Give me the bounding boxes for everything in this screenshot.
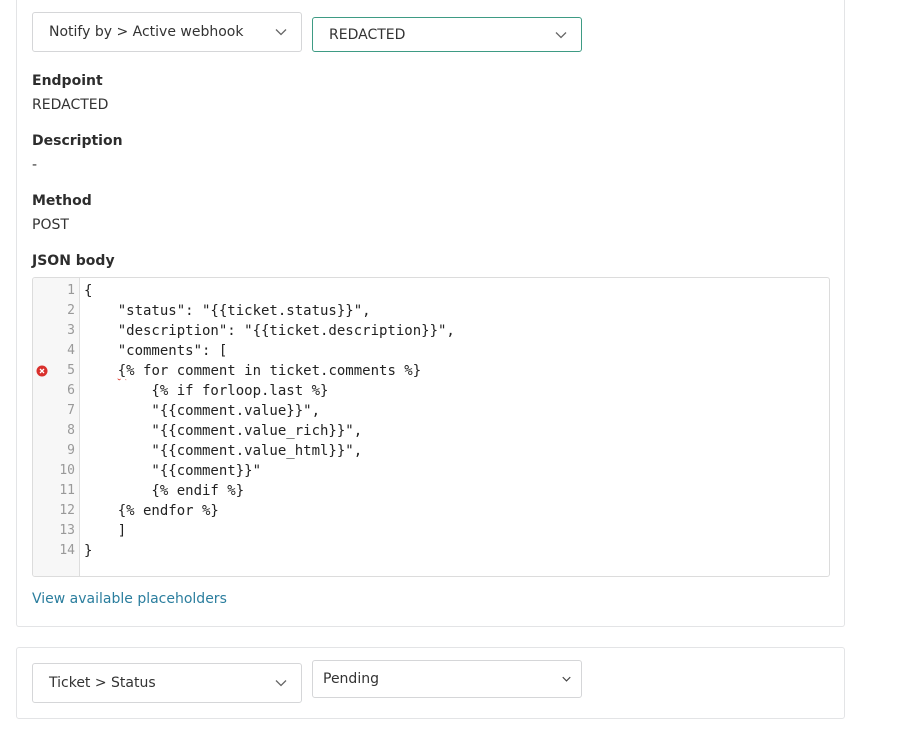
line-number: 10: [59, 463, 75, 478]
endpoint-value: REDACTED: [32, 97, 109, 113]
code-text: "{{comment.value}}",: [84, 403, 321, 419]
editor-line: 10 "{{comment}}": [33, 461, 829, 481]
editor-line: 9 "{{comment.value_html}}",: [33, 441, 829, 461]
json-body-editor[interactable]: 1{2 "status": "{{ticket.status}}", 3 "des…: [32, 277, 830, 577]
line-number: 7: [67, 403, 75, 418]
code-text: {% endfor %}: [84, 503, 219, 519]
code-text: "{{comment.value_html}}",: [84, 443, 363, 459]
line-number: 13: [59, 523, 75, 538]
description-label: Description: [32, 133, 123, 149]
method-label: Method: [32, 193, 92, 209]
editor-line: 2 "status": "{{ticket.status}}",: [33, 301, 829, 321]
editor-line: 3 "description": "{{ticket.description}}…: [33, 321, 829, 341]
editor-line: 13 ]: [33, 521, 829, 541]
code-text: "status": "{{ticket.status}}",: [84, 303, 371, 319]
description-value: -: [32, 157, 38, 173]
code-text: {: [84, 283, 93, 299]
line-number: 11: [59, 483, 75, 498]
code-text: {% endif %}: [84, 483, 245, 499]
line-number: 8: [67, 423, 75, 438]
editor-line: 14}: [33, 541, 829, 561]
line-number: 9: [67, 443, 75, 458]
code-text: {% if forloop.last %}: [84, 383, 329, 399]
line-number: 4: [67, 343, 75, 358]
code-text: "comments": [: [84, 343, 228, 359]
line-number: 12: [59, 503, 75, 518]
webhook-value-select[interactable]: REDACTED: [312, 17, 582, 52]
chevron-down-icon: [275, 29, 287, 36]
editor-line: 5 {% for comment in ticket.comments %}: [33, 361, 829, 381]
json-body-label: JSON body: [32, 253, 115, 269]
webhook-condition-select[interactable]: Notify by > Active webhook: [32, 12, 302, 52]
editor-line: 7 "{{comment.value}}",: [33, 401, 829, 421]
endpoint-label: Endpoint: [32, 73, 103, 89]
code-text: "description": "{{ticket.description}}",: [84, 323, 455, 339]
editor-line: 4 "comments": [: [33, 341, 829, 361]
editor-line: 8 "{{comment.value_rich}}",: [33, 421, 829, 441]
status-condition-select-value: Ticket > Status: [49, 675, 156, 691]
code-text: "{{comment.value_rich}}",: [84, 423, 363, 439]
code-text: "{{comment}}": [84, 463, 262, 479]
method-value: POST: [32, 217, 69, 233]
line-number: 14: [59, 543, 75, 558]
code-text: ]: [84, 523, 127, 539]
editor-line: 11 {% endif %}: [33, 481, 829, 501]
editor-line: 6 {% if forloop.last %}: [33, 381, 829, 401]
error-circle-icon[interactable]: [36, 365, 48, 377]
line-number: 6: [67, 383, 75, 398]
line-number: 2: [67, 303, 75, 318]
editor-line: 1{: [33, 281, 829, 301]
chevron-down-icon: [562, 676, 571, 682]
webhook-value-select-value: REDACTED: [329, 26, 406, 43]
line-number: 3: [67, 323, 75, 338]
code-text: }: [84, 543, 93, 559]
status-condition-select[interactable]: Ticket > Status: [32, 663, 302, 703]
status-value-select-value: Pending: [323, 671, 379, 687]
webhook-condition-select-value: Notify by > Active webhook: [49, 24, 244, 40]
line-number: 1: [67, 283, 75, 298]
view-placeholders-link[interactable]: View available placeholders: [32, 591, 227, 607]
status-value-select[interactable]: Pending: [312, 660, 582, 698]
editor-line: 12 {% endfor %}: [33, 501, 829, 521]
chevron-down-icon: [555, 31, 567, 38]
chevron-down-icon: [275, 680, 287, 687]
code-text: {% for comment in ticket.comments %}: [117, 363, 422, 379]
